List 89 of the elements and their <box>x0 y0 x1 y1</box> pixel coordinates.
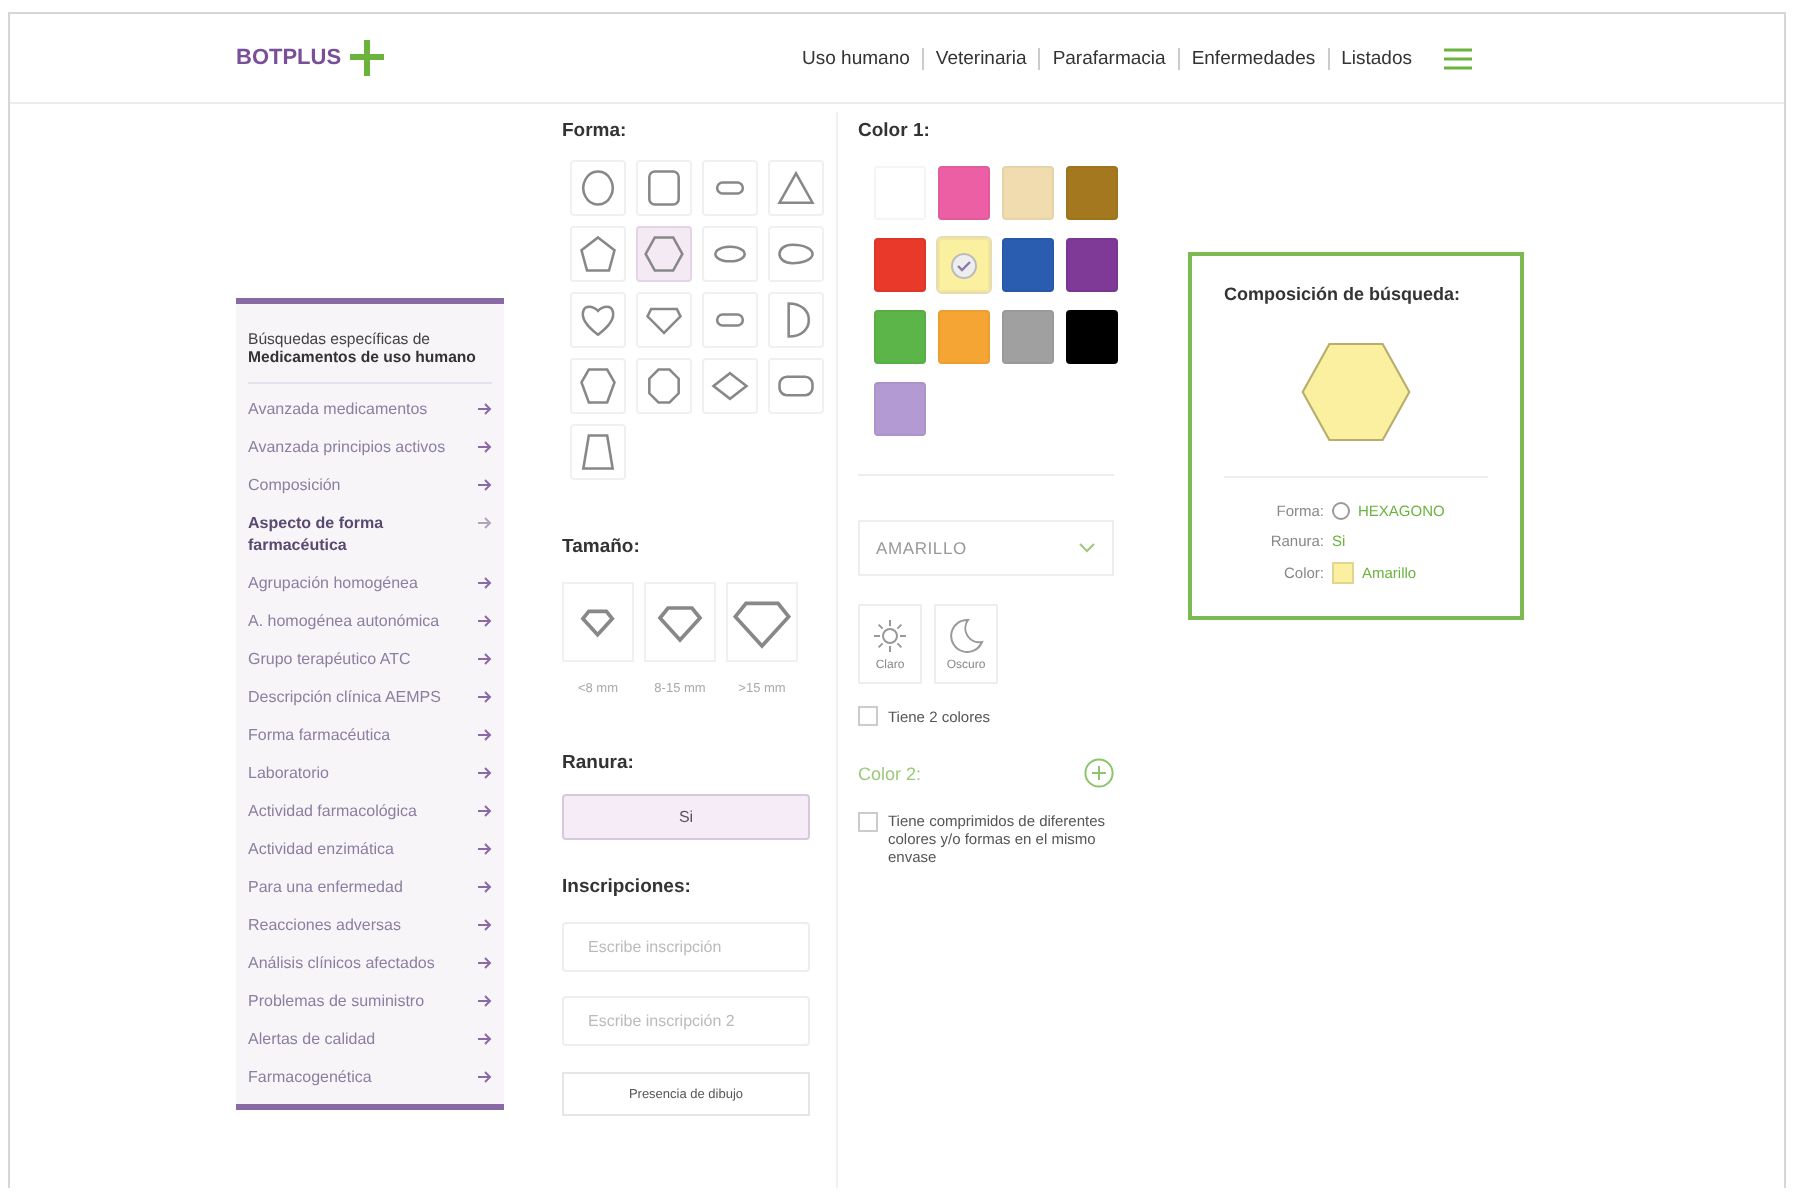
sun-icon <box>872 617 908 653</box>
arrow-icon <box>478 516 492 530</box>
diamond-icon <box>580 604 616 640</box>
shape-icon <box>576 364 620 408</box>
logo-text: BOTPLUS <box>236 46 342 70</box>
shape-icon <box>642 364 686 408</box>
section-title: Color 2: <box>858 763 922 783</box>
color-swatch[interactable] <box>938 310 990 364</box>
chevron-icon <box>1078 542 1096 554</box>
cross-icon <box>345 38 386 78</box>
arrow-icon <box>478 576 492 590</box>
arrow-icon <box>478 728 492 742</box>
sidebar-item[interactable]: Agrupación homogénea <box>248 564 492 602</box>
shape-icon <box>576 166 620 210</box>
nav-link[interactable]: Enfermedades <box>1191 47 1316 69</box>
arrow-icon <box>478 440 492 454</box>
input-field[interactable]: Escribe inscripción 2 <box>562 996 810 1046</box>
nav-link[interactable]: Listados <box>1341 47 1412 69</box>
shape-option[interactable] <box>636 226 692 282</box>
sidebar-item[interactable]: Avanzada principios activos <box>248 428 492 466</box>
color-swatch[interactable] <box>874 382 926 436</box>
color-swatch[interactable] <box>1066 166 1118 220</box>
checkbox[interactable] <box>858 812 878 832</box>
arrow-icon <box>478 614 492 628</box>
arrow-icon <box>478 478 492 492</box>
arrow-icon <box>478 1070 492 1084</box>
nav-link[interactable]: Veterinaria <box>935 47 1027 69</box>
size-option[interactable] <box>726 582 798 662</box>
color-swatch[interactable] <box>938 238 990 292</box>
sidebar-item[interactable]: Actividad enzimática <box>248 830 492 868</box>
size-option[interactable] <box>644 582 716 662</box>
sidebar-item[interactable]: Grupo terapéutico ATC <box>248 640 492 678</box>
color-swatch[interactable] <box>874 310 926 364</box>
size-option[interactable] <box>562 582 634 662</box>
sidebar-item[interactable]: Análisis clínicos afectados <box>248 944 492 982</box>
moon-icon <box>948 617 984 653</box>
input-field[interactable]: Escribe inscripción <box>562 922 810 972</box>
arrow-icon <box>478 880 492 894</box>
arrow-icon <box>478 402 492 416</box>
arrow-icon <box>478 1032 492 1046</box>
sidebar-item[interactable]: Forma farmacéutica <box>248 716 492 754</box>
sidebar-item[interactable]: Aspecto de forma farmacéutica <box>248 504 492 564</box>
arrow-icon <box>478 918 492 932</box>
sidebar-item[interactable]: Descripción clínica AEMPS <box>248 678 492 716</box>
section-title: Ranura: <box>562 752 636 774</box>
section-title: Inscripciones: <box>562 876 693 898</box>
color-swatch[interactable] <box>1002 166 1054 220</box>
sidebar-item[interactable]: Composición <box>248 466 492 504</box>
arrow-icon <box>478 690 492 704</box>
color-swatch[interactable] <box>1066 310 1118 364</box>
circle-icon <box>1332 502 1350 520</box>
arrow-icon <box>478 842 492 856</box>
color-swatch[interactable] <box>1066 238 1118 292</box>
section-title: Color 1: <box>858 120 932 142</box>
shape-icon <box>642 232 686 276</box>
shape-icon <box>774 166 818 210</box>
check-icon <box>950 251 978 279</box>
color-swatch[interactable] <box>1002 310 1054 364</box>
sidebar-item[interactable]: Para una enfermedad <box>248 868 492 906</box>
color-swatch[interactable] <box>874 238 926 292</box>
section-title: Forma: <box>562 120 629 142</box>
checkbox[interactable] <box>858 706 878 726</box>
arrow-icon <box>478 804 492 818</box>
sidebar-item[interactable]: Actividad farmacológica <box>248 792 492 830</box>
color-swatch[interactable] <box>1002 238 1054 292</box>
color-dropdown[interactable]: AMARILLO <box>858 520 1114 576</box>
section-title: Tamaño: <box>562 536 642 558</box>
arrow-icon <box>478 994 492 1008</box>
sidebar-item[interactable]: A. homogénea autonómica <box>248 602 492 640</box>
nav-link[interactable]: Parafarmacia <box>1052 47 1166 69</box>
sidebar-item[interactable]: Reacciones adversas <box>248 906 492 944</box>
arrow-icon <box>478 652 492 666</box>
card-title: Composición de búsqueda: <box>1224 284 1463 304</box>
shape-icon <box>642 166 686 210</box>
sidebar-item[interactable]: Alertas de calidad <box>248 1020 492 1058</box>
nav-link[interactable]: Uso humano <box>802 47 910 69</box>
arrow-icon <box>478 956 492 970</box>
sidebar-item[interactable]: Farmacogenética <box>248 1058 492 1096</box>
shape-icon <box>576 232 620 276</box>
arrow-icon <box>478 766 492 780</box>
menu-icon[interactable] <box>1444 47 1472 69</box>
color-swatch[interactable] <box>938 166 990 220</box>
sidebar-item[interactable]: Avanzada medicamentos <box>248 390 492 428</box>
sidebar-item[interactable]: Problemas de suministro <box>248 982 492 1020</box>
sidebar-item[interactable]: Laboratorio <box>248 754 492 792</box>
shape-icon <box>576 430 620 474</box>
add-icon[interactable] <box>1084 758 1114 788</box>
slot-option[interactable]: Si <box>562 794 810 840</box>
color-chip <box>1332 562 1354 584</box>
